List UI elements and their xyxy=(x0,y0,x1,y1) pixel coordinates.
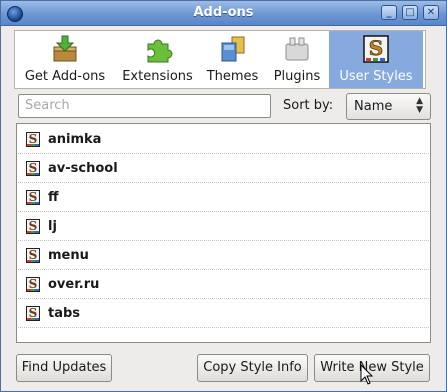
list-item[interactable]: S over.ru xyxy=(18,270,429,299)
get-addons-icon xyxy=(53,35,77,62)
stylish-icon: S xyxy=(26,190,40,205)
search-input[interactable]: Search xyxy=(18,94,271,118)
updown-arrows-icon: ▲ ▼ xyxy=(416,96,423,115)
tab-extensions-label: Extensions xyxy=(122,69,193,84)
tab-themes-label: Themes xyxy=(206,69,259,84)
stylish-icon: S xyxy=(26,306,40,321)
color-stripe xyxy=(35,144,39,146)
list-item[interactable]: S menu xyxy=(18,241,429,270)
sort-by-label: Sort by: xyxy=(283,98,334,113)
list-item[interactable]: S ff xyxy=(18,183,429,212)
stylish-icon: S xyxy=(26,219,40,234)
themes-icon xyxy=(221,36,244,62)
color-stripe xyxy=(35,231,39,233)
sort-select[interactable]: Name ▲ ▼ xyxy=(346,93,431,120)
style-name: ff xyxy=(48,190,59,205)
tab-user-styles-label: User Styles xyxy=(339,69,413,84)
tab-extensions[interactable]: Extensions xyxy=(115,31,200,88)
color-stripe xyxy=(35,260,39,262)
mouse-pointer-icon xyxy=(360,364,374,385)
style-name: animka xyxy=(48,132,102,147)
color-stripe xyxy=(35,173,39,175)
tab-user-styles[interactable]: S User Styles xyxy=(329,31,423,88)
styles-list[interactable]: S animka S av-school S ff S lj S menu S … xyxy=(16,123,431,343)
style-name: tabs xyxy=(48,306,81,321)
color-stripe xyxy=(35,318,39,320)
tab-get-addons[interactable]: Get Add-ons xyxy=(15,31,115,88)
stylish-icon: S xyxy=(26,132,40,147)
stylish-icon: S xyxy=(26,161,40,176)
tab-themes[interactable]: Themes xyxy=(200,31,265,88)
window-title: Add-ons xyxy=(193,5,254,20)
color-stripe xyxy=(35,289,39,291)
style-name: menu xyxy=(48,248,89,263)
tab-plugins[interactable]: Plugins xyxy=(265,31,329,88)
stylish-icon: S xyxy=(26,248,40,263)
color-stripe xyxy=(35,202,39,204)
addons-toolbar: Get Add-ons Extensions Themes Plugins S … xyxy=(14,30,426,89)
list-item[interactable]: S tabs xyxy=(18,299,429,328)
close-button[interactable]: ✕ xyxy=(423,5,439,20)
style-name: av-school xyxy=(48,161,118,176)
find-updates-button[interactable]: Find Updates xyxy=(16,354,112,382)
stylish-icon: S xyxy=(363,35,389,63)
plugin-icon xyxy=(285,37,309,61)
list-item[interactable]: S av-school xyxy=(18,154,429,183)
copy-style-info-button[interactable]: Copy Style Info xyxy=(197,354,308,382)
maximize-button[interactable]: □ xyxy=(402,5,418,20)
tab-plugins-label: Plugins xyxy=(273,69,321,84)
list-item[interactable]: S animka xyxy=(18,125,429,154)
puzzle-icon xyxy=(147,39,172,63)
style-name: lj xyxy=(48,219,57,234)
stylish-icon: S xyxy=(26,277,40,292)
svg-text:S: S xyxy=(369,36,383,60)
minimize-button[interactable]: _ xyxy=(381,5,397,20)
list-item[interactable]: S lj xyxy=(18,212,429,241)
addons-window: Add-ons _ □ ✕ Get Add-ons Extensions The… xyxy=(0,0,447,392)
tab-get-addons-label: Get Add-ons xyxy=(24,69,106,84)
style-name: over.ru xyxy=(48,277,100,292)
sort-select-value: Name xyxy=(354,99,393,114)
title-bar[interactable]: Add-ons _ □ ✕ xyxy=(1,1,446,26)
